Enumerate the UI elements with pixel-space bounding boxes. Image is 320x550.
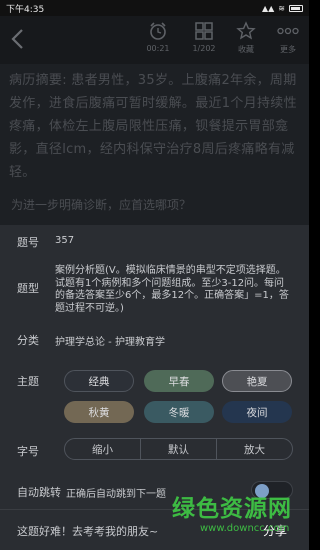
progress-button[interactable]: 1/202 [184,20,224,53]
font-larger-button[interactable]: 放大 [217,439,292,459]
category-value: 护理学总论 - 护理教育学 [55,337,165,348]
theme-night-button[interactable]: 夜间 [222,401,292,423]
more-button[interactable]: 更多 [268,20,308,55]
timer-button[interactable]: 00:21 [138,20,178,53]
font-default-button[interactable]: 默认 [141,439,217,459]
font-smaller-button[interactable]: 缩小 [65,439,141,459]
autojump-label: 自动跳转 [17,486,61,499]
theme-summer-button[interactable]: 艳夏 [222,370,292,392]
share-button[interactable]: 分享 [248,515,302,545]
more-label: 更多 [280,45,296,54]
theme-classic-button[interactable]: 经典 [64,370,134,392]
theme-autumn-button[interactable]: 秋黄 [64,401,134,423]
font-size-label: 字号 [17,445,39,458]
category-label: 分类 [17,334,39,347]
case-summary: 病历摘要: 患者男性，35岁。上腹痛2年余，周期发作，进食后腹痛可暂时缓解。最近… [9,73,297,180]
favorite-button[interactable]: 收藏 [226,20,266,55]
back-icon[interactable] [10,28,32,54]
wifi-icon: ≋ [278,3,285,13]
type-value: 案例分析题(V。模拟临床情景的串型不定项选择题。试题有1个病例和多个问题组成。至… [55,265,289,314]
progress-label: 1/202 [192,44,216,53]
settings-sheet: 题号 357 题型 案例分析题(V。模拟临床情景的串型不定项选择题。试题有1个病… [0,225,309,550]
grid-icon [184,20,224,42]
theme-winter-button[interactable]: 冬暖 [144,401,214,423]
toggle-knob [255,484,269,498]
id-label: 题号 [17,236,39,249]
autojump-toggle[interactable] [251,481,293,499]
timer-label: 00:21 [146,44,170,53]
theme-spring-button[interactable]: 早春 [144,370,214,392]
alarm-clock-icon [138,20,178,42]
type-label: 题型 [17,282,39,295]
divider [0,509,309,510]
top-toolbar: 00:21 1/202 收藏 更多 [0,16,309,64]
autojump-description: 正确后自动跳到下一题 [66,489,166,500]
more-icon [268,20,308,42]
status-time: 下午4:35 [6,4,45,15]
id-value: 357 [55,235,75,246]
share-prompt: 这题好难！去考考我的朋友~ [17,525,159,538]
question-text: 为进一步明确诊断，应首选哪项？ [11,198,192,212]
status-bar: 下午4:35 ▲▲ ≋ [0,0,309,16]
star-icon [226,20,266,42]
signal-icon: ▲▲ [261,3,275,13]
theme-label: 主题 [17,375,39,388]
battery-icon [289,4,303,12]
font-size-selector: 缩小 默认 放大 [64,438,293,460]
favorite-label: 收藏 [238,45,254,54]
